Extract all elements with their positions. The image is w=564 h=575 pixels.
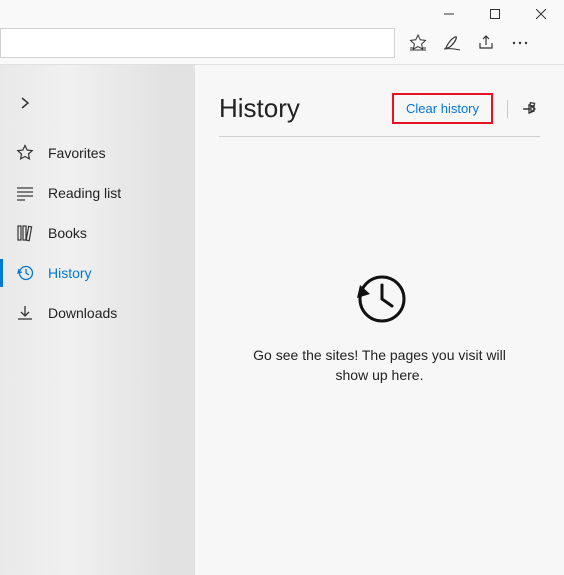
empty-state: Go see the sites! The pages you visit wi… [219, 137, 540, 575]
notes-button[interactable] [441, 32, 463, 54]
chevron-right-icon [18, 96, 32, 110]
sidebar-item-label: Downloads [48, 305, 117, 321]
sidebar-item-label: Favorites [48, 145, 106, 161]
pin-icon [522, 101, 538, 117]
sidebar-item-label: Reading list [48, 185, 121, 201]
reading-list-icon [16, 184, 34, 202]
sidebar-item-downloads[interactable]: Downloads [0, 293, 195, 333]
share-button[interactable] [475, 32, 497, 54]
hub-sidebar: Favorites Reading list Books [0, 65, 195, 575]
sidebar-item-reading-list[interactable]: Reading list [0, 173, 195, 213]
maximize-button[interactable] [472, 0, 518, 28]
address-bar[interactable] [0, 28, 395, 58]
close-button[interactable] [518, 0, 564, 28]
minimize-icon [444, 9, 454, 19]
content-area: Favorites Reading list Books [0, 64, 564, 575]
more-button[interactable] [509, 32, 531, 54]
minimize-button[interactable] [426, 0, 472, 28]
star-icon [409, 34, 427, 52]
browser-window: Favorites Reading list Books [0, 0, 564, 575]
maximize-icon [490, 9, 500, 19]
sidebar-item-books[interactable]: Books [0, 213, 195, 253]
star-outline-icon [16, 144, 34, 162]
back-button[interactable] [0, 87, 195, 119]
favorites-button[interactable] [407, 32, 429, 54]
pin-button[interactable] [507, 100, 540, 118]
toolbar-actions [407, 32, 541, 54]
download-icon [16, 304, 34, 322]
window-titlebar [0, 0, 564, 28]
sidebar-item-label: Books [48, 225, 87, 241]
clear-history-button[interactable]: Clear history [392, 93, 493, 124]
main-header: History Clear history [219, 93, 540, 137]
pen-icon [443, 34, 461, 52]
sidebar-item-favorites[interactable]: Favorites [0, 133, 195, 173]
history-empty-icon [350, 267, 410, 327]
empty-message: Go see the sites! The pages you visit wi… [250, 345, 510, 386]
books-icon [16, 224, 34, 242]
header-actions: Clear history [392, 93, 540, 124]
page-title: History [219, 93, 300, 124]
history-icon [16, 264, 34, 282]
close-icon [536, 9, 546, 19]
browser-toolbar [0, 28, 564, 64]
sidebar-list: Favorites Reading list Books [0, 133, 195, 333]
sidebar-item-history[interactable]: History [0, 253, 195, 293]
main-panel: History Clear history Go see the sites! … [195, 65, 564, 575]
sidebar-item-label: History [48, 265, 92, 281]
share-icon [477, 34, 495, 52]
more-icon [511, 34, 529, 52]
